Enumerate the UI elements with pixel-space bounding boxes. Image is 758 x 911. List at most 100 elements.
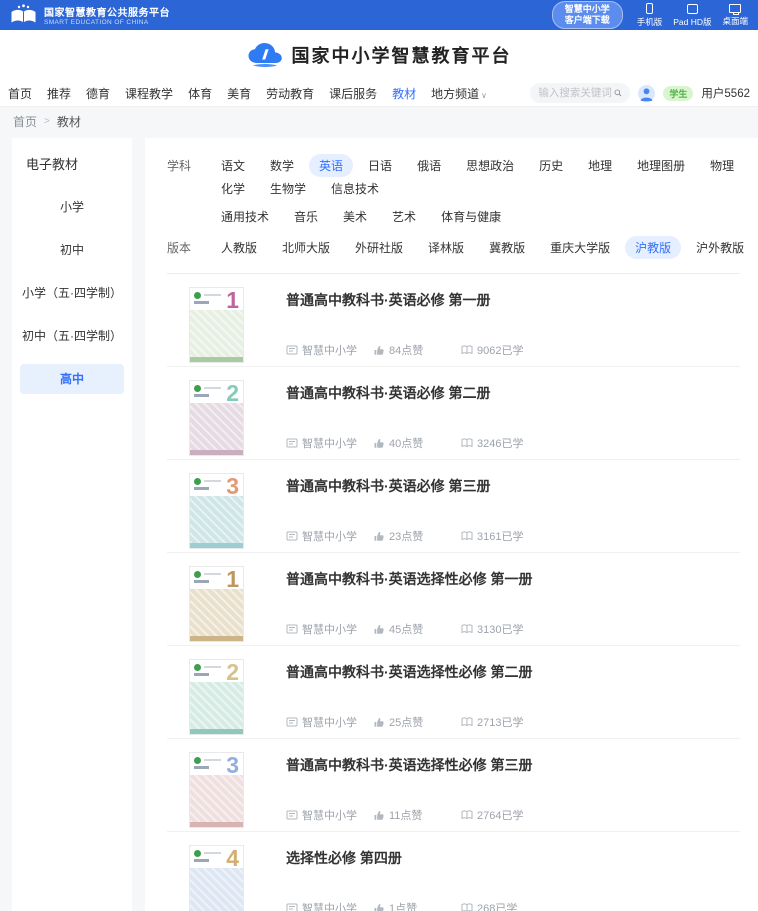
nav-item[interactable]: 课程教学 [125,85,175,102]
book-cover[interactable]: 1 [189,287,244,363]
sidebar-item[interactable]: 初中 [20,235,124,265]
book-likes-label: 1点赞 [389,900,417,911]
topbar: 国家智慧教育公共服务平台 SMART EDUCATION OF CHINA 智慧… [0,0,758,30]
book-source: 智慧中小学 [286,900,373,911]
version-chip[interactable]: 译林版 [418,236,474,259]
reader-book-icon [461,344,473,356]
content-area: 电子教材 小学 初中 小学（五·四学制） 初中（五·四学制） [0,136,758,911]
subject-chip[interactable]: 俄语 [407,154,451,177]
subject-chip[interactable]: 通用技术 [211,205,279,228]
book-likes: 11点赞 [373,807,461,823]
subject-chip[interactable]: 英语 [309,154,353,177]
reader-book-icon [461,623,473,635]
nav-item[interactable]: 劳动教育 [266,85,316,102]
device-links: 手机版 Pad HD版 桌面端 [637,3,748,28]
subject-chip[interactable]: 美术 [333,205,377,228]
desktop-icon [729,4,741,13]
nav-item[interactable]: 体育 [188,85,214,102]
device-link[interactable]: Pad HD版 [673,3,711,28]
version-chip[interactable]: 人教版 [211,236,267,259]
subject-chip[interactable]: 生物学 [260,177,316,200]
breadcrumb-home[interactable]: 首页 [13,113,37,130]
book-title[interactable]: 普通高中教科书·英语必修 第三册 [286,476,740,496]
version-chip[interactable]: 重庆大学版 [540,236,620,259]
book-title[interactable]: 普通高中教科书·英语必修 第一册 [286,290,740,310]
book-source: 智慧中小学 [286,435,373,451]
version-chip[interactable]: 沪外教版 [686,236,754,259]
phone-icon [646,3,653,14]
client-download-button[interactable]: 智慧中小学 客户端下载 [552,1,623,29]
book-learned-label: 3161已学 [477,528,523,544]
subject-chip[interactable]: 地理图册 [627,154,695,177]
search-input[interactable] [538,87,614,99]
topbar-title: 国家智慧教育公共服务平台 [44,4,170,19]
book-source-label: 智慧中小学 [302,342,357,358]
school-badge-icon [286,623,298,635]
chevron-down-icon: ∨ [481,91,487,100]
sidebar-item[interactable]: 高中 [20,364,124,394]
subject-chip[interactable]: 历史 [529,154,573,177]
book-title[interactable]: 普通高中教科书·英语选择性必修 第三册 [286,755,740,775]
book-row: 3 普通高中教科书·英语选择性必修 第三册 [167,739,740,832]
main-nav: 首页 推荐 德育 课程教学 体育 美育 劳动教育 课后服务 教材 地方频道∨ [0,80,758,106]
book-likes-label: 23点赞 [389,528,423,544]
book-cover[interactable]: 1 [189,566,244,642]
book-likes: 1点赞 [373,900,461,911]
book-cover[interactable]: 2 [189,380,244,456]
subject-chip[interactable]: 日语 [358,154,402,177]
nav-item[interactable]: 美育 [227,85,253,102]
subject-chip[interactable]: 地理 [578,154,622,177]
subject-chip[interactable]: 数学 [260,154,304,177]
book-title[interactable]: 普通高中教科书·英语选择性必修 第二册 [286,662,740,682]
nav-item[interactable]: 推荐 [47,85,73,102]
book-learned: 2764已学 [461,807,523,823]
school-badge-icon [286,902,298,911]
user-name[interactable]: 用户5562 [701,85,750,101]
subject-chip[interactable]: 信息技术 [321,177,389,200]
book-source: 智慧中小学 [286,342,373,358]
reader-book-icon [461,902,473,911]
avatar[interactable] [638,85,655,102]
version-chip[interactable]: 冀教版 [479,236,535,259]
sidebar-item[interactable]: 小学 [20,192,124,222]
book-title[interactable]: 选择性必修 第四册 [286,848,740,868]
book-learned-label: 2764已学 [477,807,523,823]
nav-item-label: 美育 [227,87,251,101]
subject-chip[interactable]: 体育与健康 [431,205,511,228]
nav-item-label: 课后服务 [329,87,377,101]
nav-item[interactable]: 首页 [8,85,34,102]
book-title[interactable]: 普通高中教科书·英语必修 第二册 [286,383,740,403]
nav-item[interactable]: 德育 [86,85,112,102]
book-title[interactable]: 普通高中教科书·英语选择性必修 第一册 [286,569,740,589]
cover-volume-number: 3 [226,754,239,777]
nav-item[interactable]: 地方频道∨ [431,85,487,102]
subject-chip[interactable]: 音乐 [284,205,328,228]
version-chip[interactable]: 沪教版 [625,236,681,259]
nav-item[interactable]: 课后服务 [329,85,379,102]
book-source-label: 智慧中小学 [302,435,357,451]
device-link[interactable]: 桌面端 [722,3,748,28]
school-badge-icon [286,530,298,542]
book-cover[interactable]: 3 [189,752,244,828]
nav-item-label: 教材 [392,87,416,101]
sidebar-item[interactable]: 小学（五·四学制） [20,278,124,308]
subject-chip[interactable]: 艺术 [382,205,426,228]
nav-item[interactable]: 教材 [392,85,418,102]
version-chip[interactable]: 北师大版 [272,236,340,259]
book-cover[interactable]: 2 [189,659,244,735]
subject-chip[interactable]: 语文 [211,154,255,177]
download-line1: 智慧中小学 [565,4,610,15]
subject-chip[interactable]: 化学 [211,177,255,200]
book-likes: 84点赞 [373,342,461,358]
version-chip[interactable]: 外研社版 [345,236,413,259]
platform-title: 国家中小学智慧教育平台 [292,42,512,68]
book-cover[interactable]: 4 [189,845,244,911]
device-link[interactable]: 手机版 [637,3,663,28]
subject-chip[interactable]: 物理 [700,154,744,177]
sidebar-item[interactable]: 初中（五·四学制） [20,321,124,351]
search-box[interactable] [530,83,630,103]
subject-chip[interactable]: 思想政治 [456,154,524,177]
device-link-label: Pad HD版 [673,16,711,28]
book-cover[interactable]: 3 [189,473,244,549]
search-icon[interactable] [614,87,622,99]
